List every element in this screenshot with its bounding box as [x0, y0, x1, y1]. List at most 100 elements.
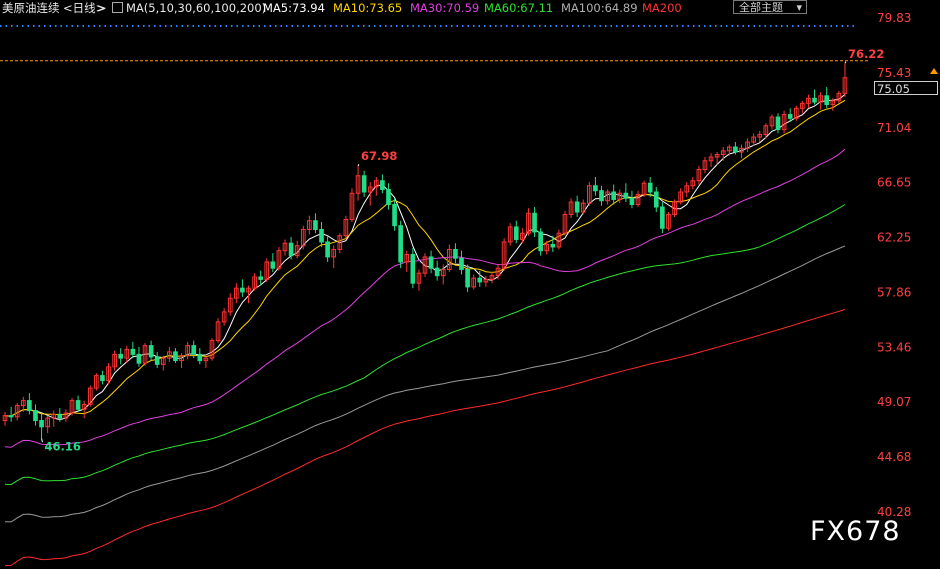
candle [2, 411, 8, 426]
candle-body [824, 95, 830, 106]
candle [410, 248, 416, 289]
candle-body [191, 345, 197, 355]
current-price-label: 75.05 [874, 81, 938, 96]
price-alert-icon[interactable] [930, 68, 938, 74]
candle [653, 186, 659, 212]
candle [173, 348, 178, 364]
candle [599, 185, 604, 206]
candle-body [611, 191, 617, 200]
candle [276, 246, 282, 271]
moving-average-lines [4, 94, 846, 566]
candle [483, 275, 489, 287]
candle [459, 250, 464, 275]
candle [270, 253, 276, 272]
candle [800, 100, 805, 114]
candle [130, 341, 136, 359]
candle-body [392, 203, 397, 227]
candle [398, 220, 403, 269]
candle-body [258, 276, 263, 280]
candle-body [27, 400, 32, 412]
candle-body [550, 243, 556, 248]
candle [392, 198, 397, 231]
candle [708, 153, 714, 168]
candle-body [453, 248, 458, 259]
candle [39, 413, 44, 439]
candle [647, 177, 653, 197]
candles [2, 63, 848, 439]
candle [416, 269, 422, 291]
candle [240, 279, 245, 297]
candle [678, 188, 683, 205]
candle [112, 350, 117, 371]
candle [233, 283, 239, 304]
candle [349, 188, 355, 222]
candle [227, 293, 233, 316]
candle [684, 182, 690, 197]
candle [745, 138, 750, 153]
candle [538, 228, 543, 256]
candle [447, 244, 452, 272]
candle-body [136, 353, 142, 364]
candle [580, 199, 586, 215]
candle-body [538, 231, 543, 252]
candle [337, 233, 343, 254]
low-annotation-leader [41, 438, 43, 443]
candle [197, 348, 203, 365]
candle [63, 409, 69, 422]
candle [824, 87, 830, 109]
candle [185, 341, 190, 360]
candle-body [513, 226, 519, 240]
candle [793, 105, 799, 121]
candle [252, 273, 257, 291]
candle-body [647, 182, 653, 193]
mid-high-annotation: 67.98 [361, 149, 397, 163]
candle [367, 182, 373, 206]
candle-body [775, 116, 781, 131]
candle [769, 114, 775, 130]
candle [45, 415, 50, 434]
candle-body [75, 400, 81, 410]
candle [221, 308, 227, 326]
candle [434, 260, 440, 281]
candle-body [325, 241, 330, 258]
candle [635, 190, 641, 207]
candle-body [380, 180, 385, 190]
candle [380, 174, 385, 194]
candle [288, 236, 294, 260]
candle-body [386, 188, 391, 205]
candle-body [148, 345, 154, 358]
candle [696, 165, 702, 185]
candle [775, 113, 781, 134]
candle-body [660, 206, 665, 229]
candle-body [197, 353, 203, 362]
candle [118, 348, 124, 365]
candle-body [33, 410, 38, 422]
ma60-line [4, 204, 846, 486]
candle-body [39, 420, 44, 428]
candle [617, 189, 623, 204]
candle-body [361, 175, 367, 193]
candle-body [593, 185, 598, 192]
candle [94, 373, 99, 391]
candle [87, 385, 93, 407]
candle [27, 393, 32, 415]
candle [325, 235, 330, 262]
candle-body [787, 114, 793, 119]
candlestick-chart[interactable]: 79.83 75.43 71.04 66.65 62.25 57.86 53.46 49.07… [0, 0, 940, 569]
candle [331, 245, 337, 269]
candle [373, 177, 379, 196]
candle [702, 157, 708, 174]
candle [428, 250, 434, 274]
candle [343, 215, 349, 240]
candle-body [398, 225, 403, 263]
candle [33, 404, 38, 426]
candle-body [574, 201, 580, 213]
candle [282, 239, 288, 256]
candle [532, 206, 537, 237]
candle [520, 228, 525, 244]
candle [629, 190, 635, 209]
candle-body [130, 348, 136, 355]
candle [167, 346, 172, 362]
candle [501, 238, 507, 271]
y-tick-label: 62.25 [877, 231, 911, 245]
